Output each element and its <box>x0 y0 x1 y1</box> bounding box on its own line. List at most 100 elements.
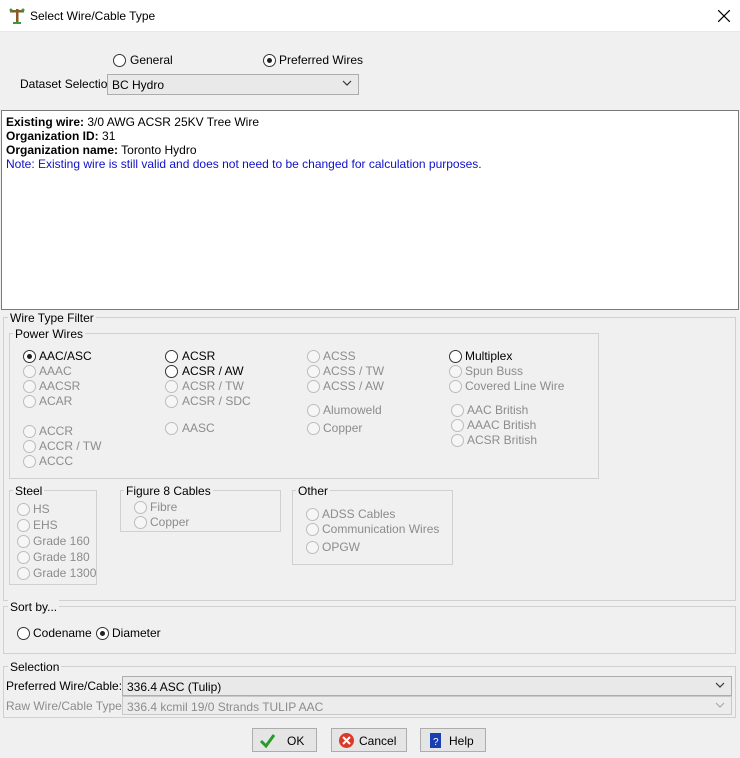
label-sort-diameter: Diameter <box>112 626 161 640</box>
radio-spun-buss[interactable] <box>449 365 462 378</box>
general-radio[interactable] <box>113 54 126 67</box>
preferred-wire-select[interactable]: 336.4 ASC (Tulip) <box>122 676 732 696</box>
general-label: General <box>130 53 173 67</box>
radio-aac-asc[interactable] <box>23 350 36 363</box>
label-acsr: ACSR <box>182 349 216 363</box>
radio-alumoweld[interactable] <box>307 404 320 417</box>
power-wires-title: Power Wires <box>13 327 86 341</box>
radio-acss-aw[interactable] <box>307 380 320 393</box>
label-alumoweld: Alumoweld <box>323 403 382 417</box>
label-grade-1300: Grade 1300 <box>33 566 97 580</box>
figure8-cables-title: Figure 8 Cables <box>124 484 213 498</box>
preferred-wire-value: 336.4 ASC (Tulip) <box>127 680 222 694</box>
label-acss-tw: ACSS / TW <box>323 364 385 378</box>
label-hs: HS <box>33 502 50 516</box>
close-icon <box>717 9 731 23</box>
label-opgw: OPGW <box>322 540 360 554</box>
label-fibre: Fibre <box>150 500 178 514</box>
dataset-select[interactable]: BC Hydro <box>107 74 359 95</box>
radio-acsr-sdc[interactable] <box>165 395 178 408</box>
radio-communication-wires[interactable] <box>306 523 319 536</box>
label-spun-buss: Spun Buss <box>465 364 524 378</box>
label-multiplex: Multiplex <box>465 349 513 363</box>
info-note: Note: Existing wire is still valid and d… <box>6 157 482 171</box>
close-button[interactable] <box>710 4 738 28</box>
radio-adss-cables[interactable] <box>306 508 319 521</box>
radio-acsr-aw[interactable] <box>165 365 178 378</box>
label-acsr-british: ACSR British <box>467 433 538 447</box>
label-acss-aw: ACSS / AW <box>323 379 384 393</box>
label-aac-british: AAC British <box>467 403 529 417</box>
cancel-button[interactable]: Cancel <box>331 728 407 752</box>
radio-accr[interactable] <box>23 425 36 438</box>
radio-aacsr[interactable] <box>23 380 36 393</box>
radio-sort-codename[interactable] <box>17 627 30 640</box>
label-sort-codename: Codename <box>33 626 92 640</box>
radio-covered-line-wire[interactable] <box>449 380 462 393</box>
radio-acsr-british[interactable] <box>451 434 464 447</box>
radio-grade-180[interactable] <box>17 551 30 564</box>
label-ehs: EHS <box>33 518 58 532</box>
preferred-wires-label: Preferred Wires <box>279 53 364 67</box>
chevron-down-icon <box>715 702 725 708</box>
existing-wire-label: Existing wire: <box>6 115 85 129</box>
utility-pole-icon <box>9 8 25 24</box>
radio-hs[interactable] <box>17 503 30 516</box>
radio-fibre[interactable] <box>134 501 147 514</box>
svg-text:?: ? <box>433 737 439 748</box>
cancel-icon <box>339 733 354 748</box>
radio-acss-tw[interactable] <box>307 365 320 378</box>
label-grade-160: Grade 160 <box>33 534 90 548</box>
radio-aasc[interactable] <box>165 422 178 435</box>
radio-opgw[interactable] <box>306 541 319 554</box>
raw-wire-select[interactable]: 336.4 kcmil 19/0 Strands TULIP AAC <box>122 696 732 715</box>
label-adss-cables: ADSS Cables <box>322 507 396 521</box>
radio-copper-fig8[interactable] <box>134 516 147 529</box>
radio-aaac-british[interactable] <box>451 419 464 432</box>
cancel-label: Cancel <box>359 734 397 748</box>
help-label: Help <box>449 734 474 748</box>
preferred-wire-label: Preferred Wire/Cable: <box>6 679 123 693</box>
label-covered-line-wire: Covered Line Wire <box>465 379 565 393</box>
label-aaac: AAAC <box>39 364 72 378</box>
radio-aac-british[interactable] <box>451 404 464 417</box>
radio-acss[interactable] <box>307 350 320 363</box>
ok-label: OK <box>287 734 305 748</box>
label-copper-fig8: Copper <box>150 515 190 529</box>
ok-button[interactable]: OK <box>252 728 317 752</box>
radio-acsr[interactable] <box>165 350 178 363</box>
label-acsr-tw: ACSR / TW <box>182 379 244 393</box>
title-bar: Select Wire/Cable Type <box>0 0 740 32</box>
org-id-label: Organization ID: <box>6 129 99 143</box>
label-copper-power: Copper <box>323 421 363 435</box>
radio-accr-tw[interactable] <box>23 440 36 453</box>
radio-aaac[interactable] <box>23 365 36 378</box>
org-id-value: 31 <box>102 129 116 143</box>
chevron-down-icon <box>342 80 352 86</box>
radio-ehs[interactable] <box>17 519 30 532</box>
raw-wire-label: Raw Wire/Cable Type: <box>6 699 126 713</box>
chevron-down-icon <box>715 682 725 688</box>
label-accr-tw: ACCR / TW <box>39 439 102 453</box>
radio-grade-160[interactable] <box>17 535 30 548</box>
label-acar: ACAR <box>39 394 73 408</box>
label-aasc: AASC <box>182 421 215 435</box>
org-name-value: Toronto Hydro <box>121 143 197 157</box>
label-aacsr: AACSR <box>39 379 81 393</box>
radio-copper-power[interactable] <box>307 422 320 435</box>
label-aac-asc: AAC/ASC <box>39 349 92 363</box>
label-acss: ACSS <box>323 349 356 363</box>
radio-sort-diameter[interactable] <box>96 627 109 640</box>
preferred-wires-radio[interactable] <box>263 54 276 67</box>
selection-title: Selection <box>8 660 62 674</box>
radio-acar[interactable] <box>23 395 36 408</box>
radio-acsr-tw[interactable] <box>165 380 178 393</box>
label-accr: ACCR <box>39 424 74 438</box>
radio-accc[interactable] <box>23 455 36 468</box>
help-button[interactable]: ? Help <box>420 728 486 752</box>
label-accc: ACCC <box>39 454 74 468</box>
help-book-icon: ? <box>430 733 441 748</box>
label-grade-180: Grade 180 <box>33 550 90 564</box>
radio-multiplex[interactable] <box>449 350 462 363</box>
radio-grade-1300[interactable] <box>17 567 30 580</box>
